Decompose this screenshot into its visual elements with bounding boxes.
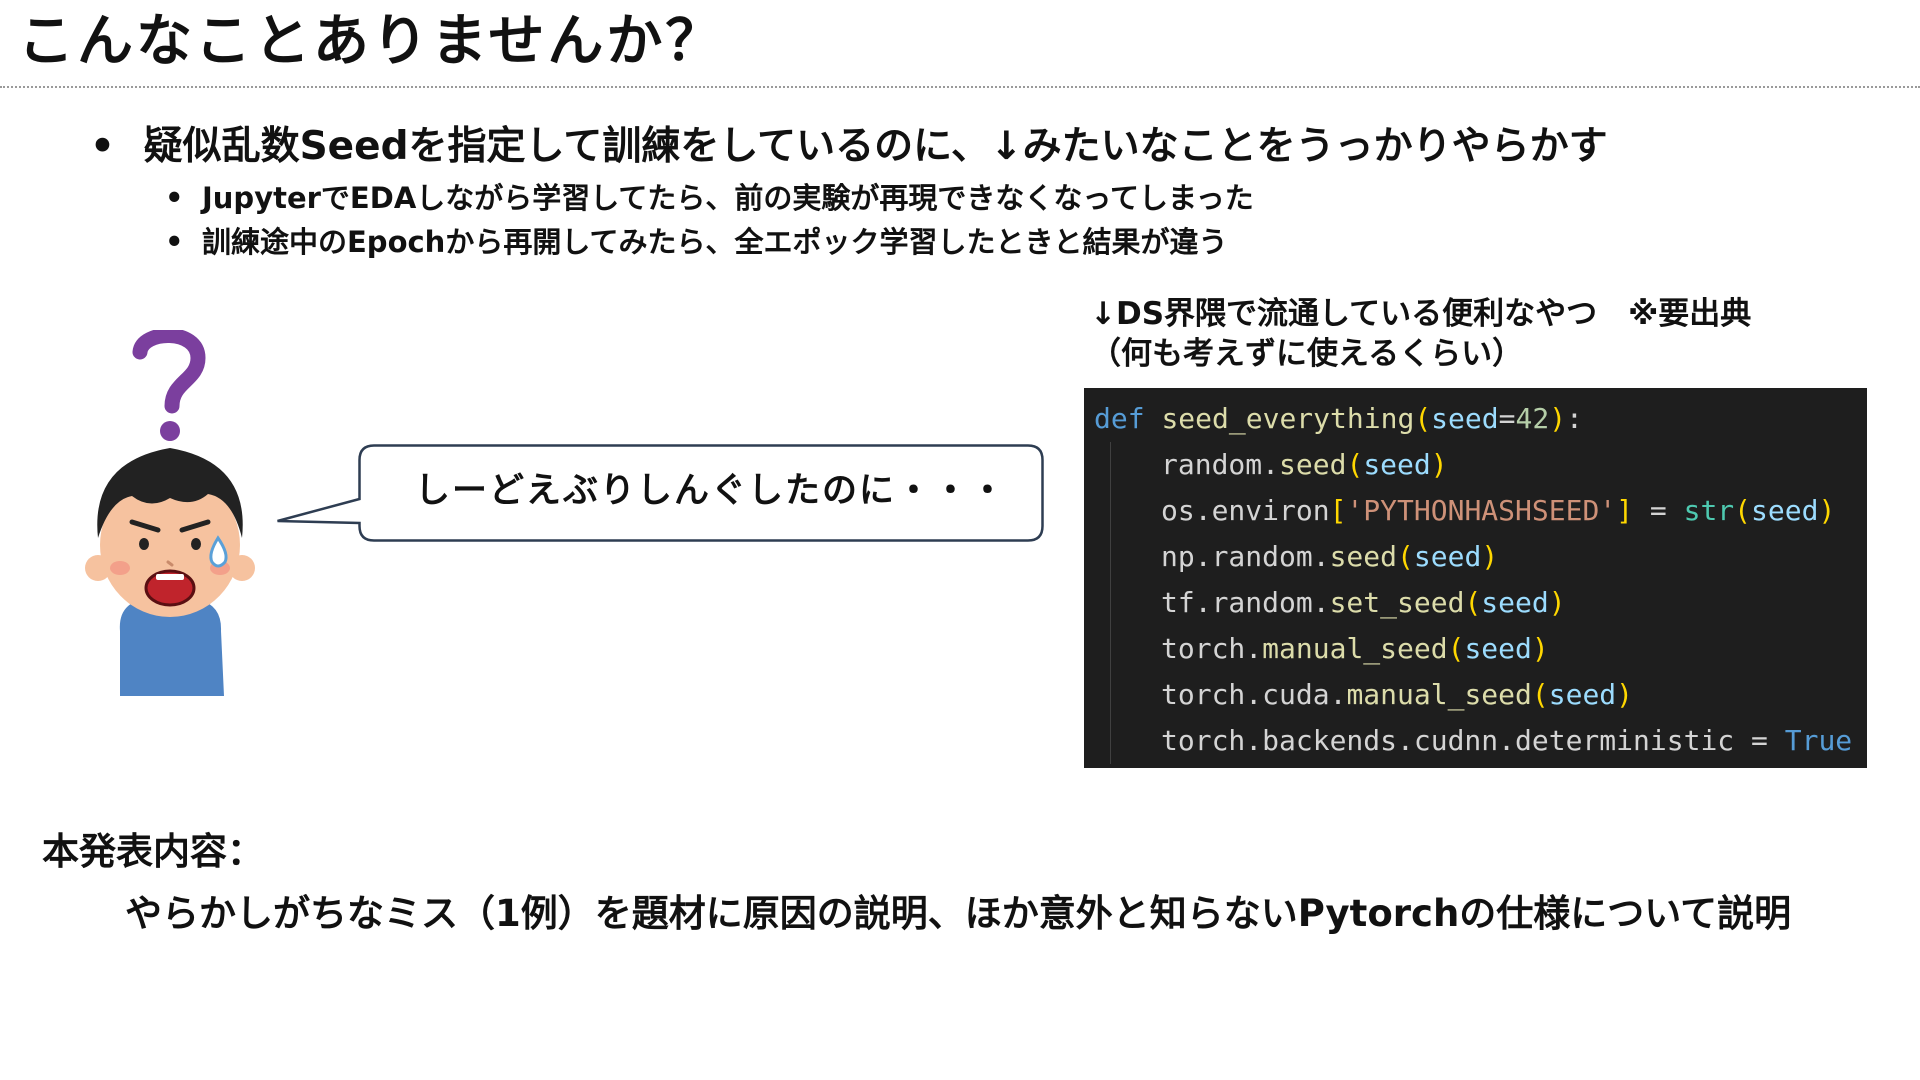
bullet-main: 疑似乱数Seedを指定して訓練をしているのに、↓みたいなことをうっかりやらかす … bbox=[90, 118, 1608, 264]
code-line-np-seed: np.random.seed(seed) bbox=[1094, 534, 1867, 580]
code-line-torch-seed: torch.manual_seed(seed) bbox=[1094, 626, 1867, 672]
bullet-list: 疑似乱数Seedを指定して訓練をしているのに、↓みたいなことをうっかりやらかす … bbox=[90, 118, 1608, 264]
code-line-def: def seed_everything(seed=42): bbox=[1094, 402, 1583, 435]
summary-label: 本発表内容： bbox=[42, 830, 264, 873]
code-line-cuda-seed: torch.cuda.manual_seed(seed) bbox=[1094, 672, 1867, 718]
summary-text: やらかしがちなミス（1例）を題材に原因の説明、ほか意外と知らないPytorchの… bbox=[125, 892, 1792, 935]
code-line-os-environ: os.environ['PYTHONHASHSEED'] = str(seed) bbox=[1094, 488, 1867, 534]
param-default: 42 bbox=[1515, 402, 1550, 435]
snippet-caption-line2: （何も考えずに使えるくらい） bbox=[1090, 336, 1524, 372]
speech-bubble-text: しーどえぶりしんぐしたのに・・・ bbox=[415, 471, 1008, 511]
code-line-cudnn-deterministic: torch.backends.cudnn.deterministic = Tru… bbox=[1094, 718, 1867, 764]
sub-bullet-jupyter: JupyterでEDAしながら学習してたら、前の実験が再現できなくなってしまった bbox=[165, 176, 1608, 220]
snippet-caption: ↓DS界隈で流通している便利なやつ ※要出典 （何も考えずに使えるくらい） bbox=[1090, 294, 1751, 374]
code-line-random-seed: random.seed(seed) bbox=[1094, 442, 1867, 488]
sub-bullet-list: JupyterでEDAしながら学習してたら、前の実験が再現できなくなってしまった… bbox=[90, 176, 1608, 264]
code-snippet: def seed_everything(seed=42): random.see… bbox=[1084, 388, 1867, 768]
bullet-main-text: 疑似乱数Seedを指定して訓練をしているのに、↓みたいなことをうっかりやらかす bbox=[143, 124, 1608, 169]
worried-boy-illustration bbox=[85, 330, 255, 696]
function-name: seed_everything bbox=[1161, 402, 1415, 435]
param-name: seed bbox=[1431, 402, 1499, 435]
code-line-tf-seed: tf.random.set_seed(seed) bbox=[1094, 580, 1867, 626]
def-keyword: def bbox=[1094, 402, 1145, 435]
title-divider bbox=[0, 86, 1920, 88]
snippet-caption-line1: ↓DS界隈で流通している便利なやつ ※要出典 bbox=[1090, 296, 1752, 332]
question-mark-icon bbox=[132, 330, 206, 441]
slide-title: こんなことありませんか？ bbox=[18, 9, 725, 74]
sub-bullet-epoch-resume: 訓練途中のEpochから再開してみたら、全エポック学習したときと結果が違う bbox=[165, 220, 1608, 264]
